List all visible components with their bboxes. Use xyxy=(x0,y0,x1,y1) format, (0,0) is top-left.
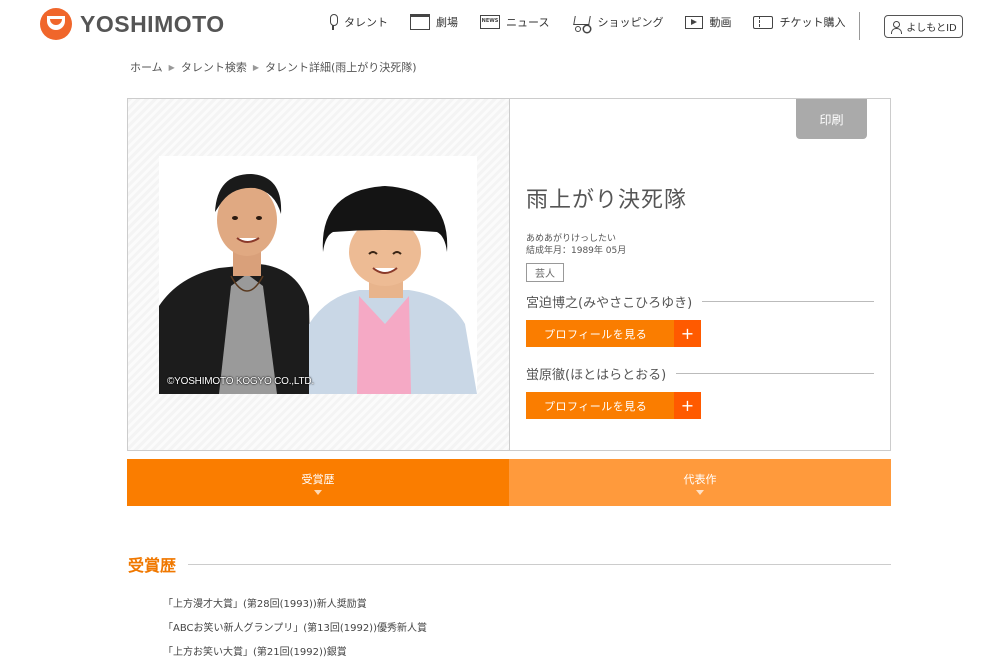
nav-news[interactable]: NEWS ニュース xyxy=(480,14,549,30)
ticket-icon xyxy=(753,15,774,29)
breadcrumb-talent-search[interactable]: タレント検索 xyxy=(181,59,247,75)
view-profile-label: プロフィールを見る xyxy=(544,399,648,413)
main-nav: タレント 劇場 NEWS ニュース ショッピング 動画 チケット購入 xyxy=(328,14,867,32)
login-label: よしもとID xyxy=(906,23,957,34)
yoshimoto-logo-icon xyxy=(40,8,72,40)
plus-icon: + xyxy=(674,320,701,347)
member-name: 蛍原徹(ほとはらとおる) xyxy=(526,364,874,383)
theater-icon xyxy=(410,14,430,30)
nav-talent-label: タレント xyxy=(344,16,388,29)
awards-heading-text: 受賞歴 xyxy=(128,556,177,575)
photo-pane: ©YOSHIMOTO KOGYO CO.,LTD. xyxy=(128,99,510,450)
nav-divider xyxy=(859,12,860,40)
talent-photo-illustration xyxy=(159,156,477,394)
plus-icon: + xyxy=(674,392,701,419)
logo-text: YOSHIMOTO xyxy=(80,10,225,37)
nav-news-label: ニュース xyxy=(506,16,550,29)
member-block: 宮迫博之(みやさこひろゆき) プロフィールを見る + xyxy=(526,292,874,347)
yoshimoto-id-button[interactable]: よしもとID xyxy=(884,15,963,38)
breadcrumb-current: タレント詳細(雨上がり決死隊) xyxy=(264,61,417,74)
nav-ticket-label: チケット購入 xyxy=(779,16,846,29)
list-item: 「上方漫才大賞」(第28回(1993))新人奨励賞 xyxy=(163,599,367,610)
category-tag[interactable]: 芸人 xyxy=(526,263,564,282)
view-profile-label: プロフィールを見る xyxy=(544,327,648,341)
nav-ticket[interactable]: チケット購入 xyxy=(753,14,845,30)
breadcrumb-separator-icon: ▶ xyxy=(168,62,175,72)
awards-list: 「上方漫才大賞」(第28回(1993))新人奨励賞 「ABCお笑い新人グランプリ… xyxy=(163,598,427,666)
print-button[interactable]: 印刷 xyxy=(796,99,867,139)
nav-video-label: 動画 xyxy=(709,16,732,29)
nav-theater-label: 劇場 xyxy=(436,16,458,29)
formed-date: 結成年月：1989年 05月 xyxy=(526,246,627,256)
member-name: 宮迫博之(みやさこひろゆき) xyxy=(526,292,874,311)
yoshimoto-logo[interactable]: YOSHIMOTO xyxy=(40,8,225,40)
profile-card: ©YOSHIMOTO KOGYO CO.,LTD. 印刷 雨上がり決死隊 あめあ… xyxy=(127,98,891,451)
nav-shopping[interactable]: ショッピング xyxy=(571,14,664,32)
caret-down-icon xyxy=(696,489,704,495)
nav-video[interactable]: 動画 xyxy=(685,14,731,30)
video-icon xyxy=(685,15,704,29)
breadcrumb-separator-icon: ▶ xyxy=(252,62,259,72)
breadcrumb-home[interactable]: ホーム xyxy=(130,59,163,75)
tab-representative-works[interactable]: 代表作 xyxy=(509,459,891,506)
site-header: YOSHIMOTO タレント 劇場 NEWS ニュース ショッピング 動画 チケ… xyxy=(0,0,1000,50)
cart-icon xyxy=(571,14,591,32)
awards-heading: 受賞歴 xyxy=(128,552,891,576)
list-item: 「ABCお笑い新人グランプリ」(第13回(1992))優秀新人賞 xyxy=(163,623,427,634)
tab-awards-label: 受賞歴 xyxy=(301,472,335,486)
news-icon: NEWS xyxy=(480,15,500,29)
microphone-icon xyxy=(328,14,338,30)
nav-talent[interactable]: タレント xyxy=(328,14,388,30)
nav-theater[interactable]: 劇場 xyxy=(410,14,458,30)
section-tabs: 受賞歴 代表作 xyxy=(127,459,891,506)
nav-shopping-label: ショッピング xyxy=(597,16,664,29)
list-item: 「上方お笑い大賞」(第21回(1992))銀賞 xyxy=(163,647,347,658)
view-profile-button[interactable]: プロフィールを見る + xyxy=(526,320,701,347)
tab-works-label: 代表作 xyxy=(683,472,717,486)
member-block: 蛍原徹(ほとはらとおる) プロフィールを見る + xyxy=(526,364,874,419)
view-profile-button[interactable]: プロフィールを見る + xyxy=(526,392,701,419)
tab-awards[interactable]: 受賞歴 xyxy=(127,459,509,506)
caret-down-icon xyxy=(314,489,322,495)
info-pane: 印刷 雨上がり決死隊 あめあがりけっしたい 結成年月：1989年 05月 芸人 … xyxy=(511,99,891,450)
talent-name: 雨上がり決死隊 xyxy=(526,188,688,213)
photo-copyright: ©YOSHIMOTO KOGYO CO.,LTD. xyxy=(167,376,315,387)
breadcrumb: ホーム ▶ タレント検索 ▶ タレント詳細(雨上がり決死隊) xyxy=(130,59,417,75)
talent-photo: ©YOSHIMOTO KOGYO CO.,LTD. xyxy=(159,156,477,394)
user-icon xyxy=(890,20,903,34)
